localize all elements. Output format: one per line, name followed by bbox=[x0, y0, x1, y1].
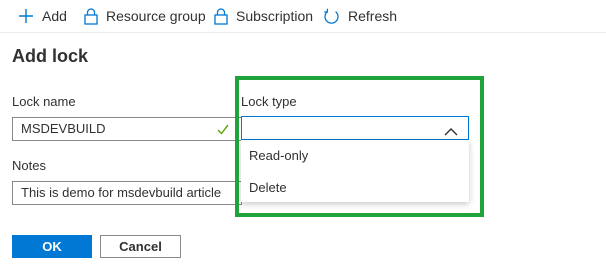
highlight-box bbox=[235, 76, 484, 217]
notes-input[interactable]: This is demo for msdevbuild article bbox=[12, 181, 242, 205]
lock-name-input[interactable]: MSDEVBUILD bbox=[12, 117, 242, 141]
add-button[interactable]: Add bbox=[18, 6, 67, 26]
subscription-label: Subscription bbox=[236, 8, 314, 24]
panel-title: Add lock bbox=[12, 46, 89, 66]
notes-value: This is demo for msdevbuild article bbox=[21, 185, 222, 200]
lock-name-value: MSDEVBUILD bbox=[21, 121, 106, 136]
ok-button[interactable]: OK bbox=[12, 235, 92, 258]
refresh-label: Refresh bbox=[348, 8, 398, 24]
valid-check-icon bbox=[217, 122, 229, 140]
notes-label: Notes bbox=[12, 158, 46, 173]
plus-icon bbox=[18, 8, 34, 24]
cancel-button[interactable]: Cancel bbox=[100, 235, 181, 258]
lock-icon bbox=[84, 7, 98, 25]
resource-group-button[interactable]: Resource group bbox=[84, 6, 206, 26]
command-bar: Add Resource group Subscription Refresh bbox=[0, 0, 606, 33]
add-label: Add bbox=[42, 8, 67, 24]
refresh-icon bbox=[323, 8, 340, 25]
lock-name-label: Lock name bbox=[12, 94, 76, 109]
resource-group-label: Resource group bbox=[106, 8, 206, 24]
subscription-button[interactable]: Subscription bbox=[214, 6, 313, 26]
lock-icon bbox=[214, 7, 228, 25]
refresh-button[interactable]: Refresh bbox=[323, 6, 397, 26]
